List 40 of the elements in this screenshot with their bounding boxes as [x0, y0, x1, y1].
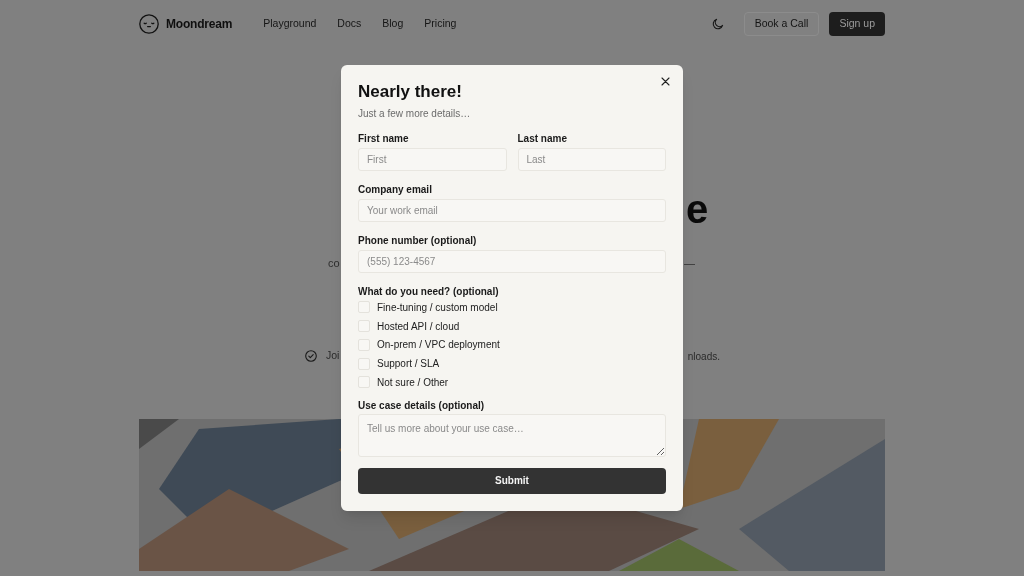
input-field[interactable]: First — [358, 148, 507, 171]
input-field[interactable]: Your work email — [358, 199, 666, 222]
input-field[interactable]: Last — [517, 148, 666, 171]
checkbox[interactable] — [358, 376, 370, 389]
checkbox-label[interactable]: On-prem / VPC deployment — [377, 337, 500, 353]
checkbox[interactable] — [358, 338, 370, 351]
hero-heading: e — [686, 189, 709, 229]
checkbox[interactable] — [358, 301, 370, 314]
input-field[interactable]: (555) 123-4567 — [358, 250, 666, 273]
close-icon[interactable] — [661, 77, 670, 86]
checkbox[interactable] — [358, 357, 370, 370]
hero-subtitle: co — [328, 255, 340, 271]
hero-note: nloads. — [687, 349, 720, 364]
nav-link[interactable]: Playground — [263, 16, 317, 32]
checkbox[interactable] — [358, 320, 370, 333]
checkbox-label[interactable]: Hosted API / cloud — [377, 318, 460, 334]
nav-link[interactable]: Blog — [382, 16, 404, 32]
nav-link[interactable]: Pricing — [424, 16, 457, 32]
text-area[interactable]: Tell us more about your use case… — [358, 413, 666, 457]
book-call-button[interactable]: Book a Call — [743, 12, 820, 36]
check-circle-icon — [305, 350, 317, 362]
hero-note: Joi — [326, 348, 340, 364]
sign-up-button[interactable]: Sign up — [829, 12, 885, 36]
brand-name[interactable]: Moondream — [166, 15, 233, 33]
submit-button[interactable]: Submit — [358, 467, 666, 494]
dialog-title: Nearly there! — [358, 82, 463, 102]
logo-icon[interactable] — [139, 14, 159, 34]
field-label: What do you need? (optional) — [358, 286, 500, 298]
nav-link[interactable]: Docs — [337, 16, 362, 32]
field-label: Company email — [358, 183, 433, 197]
field-label: Phone number (optional) — [358, 234, 478, 248]
field-label: Use case details (optional) — [358, 398, 486, 413]
checkbox-label[interactable]: Fine-tuning / custom model — [377, 299, 498, 315]
checkbox-label[interactable]: Support / SLA — [377, 356, 440, 372]
field-label: Last name — [517, 132, 568, 146]
hero-subtitle: — — [684, 255, 695, 271]
checkbox-label[interactable]: Not sure / Other — [377, 374, 449, 390]
moon-icon[interactable] — [711, 18, 724, 30]
dialog-subtitle: Just a few more details… — [358, 107, 472, 121]
field-label: First name — [358, 132, 410, 146]
